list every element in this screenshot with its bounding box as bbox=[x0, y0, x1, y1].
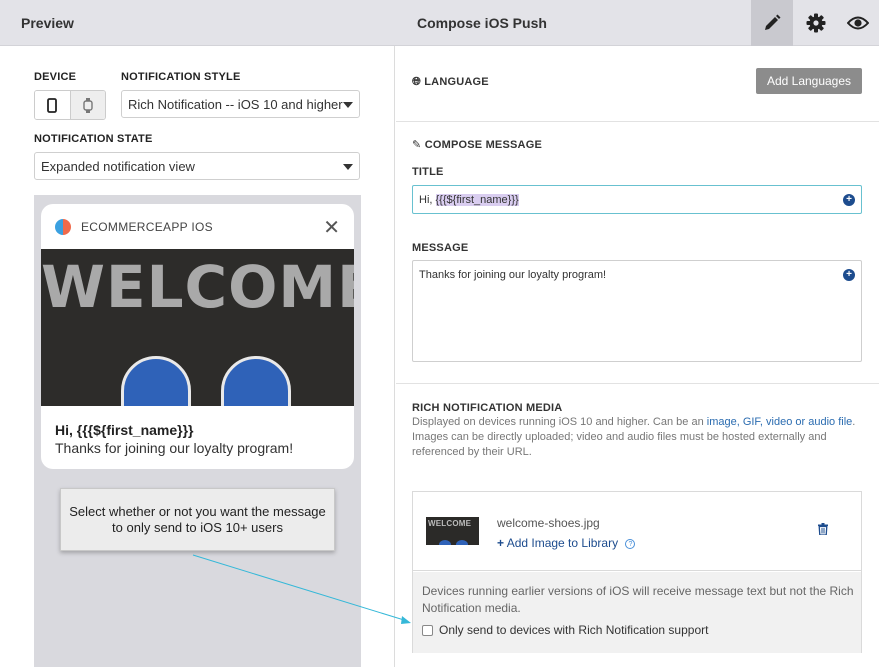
notification-style-value: Rich Notification -- iOS 10 and higher bbox=[128, 97, 343, 112]
divider bbox=[396, 121, 879, 122]
compose-header: ✎ COMPOSE MESSAGE bbox=[412, 138, 542, 151]
title-label: TITLE bbox=[412, 166, 444, 178]
device-phone-option[interactable] bbox=[35, 91, 71, 119]
callout-tooltip: Select whether or not you want the messa… bbox=[60, 488, 335, 551]
plus-circle-icon[interactable]: + bbox=[843, 269, 855, 281]
edit-square-icon: ✎ bbox=[412, 139, 422, 151]
preview-panel: DEVICE NOTIFICATION STYLE Rich Notificat… bbox=[0, 46, 395, 667]
media-label: RICH NOTIFICATION MEDIA bbox=[412, 402, 563, 414]
notification-state-select[interactable]: Expanded notification view bbox=[34, 152, 360, 180]
thumb-shoe bbox=[439, 540, 451, 545]
app-name: ECOMMERCEAPP IOS bbox=[81, 220, 213, 234]
eye-icon bbox=[847, 16, 869, 30]
message-textarea[interactable]: Thanks for joining our loyalty program! … bbox=[412, 260, 862, 362]
notification-state-value: Expanded notification view bbox=[41, 159, 195, 174]
device-watch-option[interactable] bbox=[70, 91, 105, 119]
close-icon[interactable]: ✕ bbox=[323, 215, 340, 240]
notification-image: WELCOME bbox=[41, 249, 354, 406]
thumbnail-text: WELCOME bbox=[428, 519, 472, 528]
rich-support-label[interactable]: Only send to devices with Rich Notificat… bbox=[439, 623, 708, 637]
edit-icon bbox=[765, 14, 781, 30]
notification-card: ECOMMERCEAPP IOS ✕ WELCOME Hi, {{{${firs… bbox=[41, 204, 354, 469]
file-name: welcome-shoes.jpg bbox=[497, 516, 600, 530]
edit-button[interactable] bbox=[751, 0, 793, 46]
thumb-shoe bbox=[456, 540, 468, 545]
media-types-link[interactable]: image, GIF, video or audio file bbox=[707, 416, 853, 428]
globe-icon: 🌐︎ bbox=[412, 76, 421, 88]
top-bar: Preview Compose iOS Push bbox=[0, 0, 879, 46]
language-label: LANGUAGE bbox=[424, 76, 489, 88]
notification-title: Hi, {{{${first_name}}} bbox=[55, 422, 194, 438]
plus-circle-icon[interactable]: + bbox=[843, 194, 855, 206]
gear-icon bbox=[806, 13, 826, 33]
add-image-label: Add Image to Library bbox=[506, 536, 619, 550]
chevron-down-icon bbox=[343, 164, 353, 170]
media-box: WELCOME welcome-shoes.jpg + Add Image to… bbox=[412, 491, 862, 653]
message-label: MESSAGE bbox=[412, 242, 469, 254]
notification-style-select[interactable]: Rich Notification -- iOS 10 and higher bbox=[121, 90, 360, 118]
title-input[interactable]: Hi, {{{${first_name}}} + bbox=[412, 185, 862, 214]
add-languages-button[interactable]: Add Languages bbox=[756, 68, 862, 94]
help-icon[interactable]: ? bbox=[625, 539, 636, 549]
image-text: WELCOME bbox=[41, 253, 354, 321]
phone-icon bbox=[47, 97, 58, 113]
media-item: WELCOME welcome-shoes.jpg + Add Image to… bbox=[413, 492, 861, 571]
compose-panel: 🌐︎ LANGUAGE Add Languages ✎ COMPOSE MESS… bbox=[396, 46, 879, 667]
media-thumbnail: WELCOME bbox=[426, 517, 479, 545]
media-footer: Devices running earlier versions of iOS … bbox=[413, 572, 861, 653]
plus-icon: + bbox=[497, 536, 505, 550]
shoe-right bbox=[221, 356, 291, 406]
add-image-link[interactable]: + Add Image to Library ? bbox=[497, 536, 636, 550]
chevron-down-icon bbox=[343, 102, 353, 108]
ios-warning: Devices running earlier versions of iOS … bbox=[422, 584, 854, 615]
divider bbox=[396, 383, 879, 384]
shoe-left bbox=[121, 356, 191, 406]
preview-title: Preview bbox=[21, 15, 74, 31]
help-text-1: Displayed on devices running iOS 10 and … bbox=[412, 416, 707, 428]
device-toggle bbox=[34, 90, 106, 120]
title-variable: {{{${first_name}}} bbox=[435, 194, 519, 206]
notification-body: Thanks for joining our loyalty program! bbox=[55, 440, 294, 456]
device-label: DEVICE bbox=[34, 71, 77, 83]
device-preview: ECOMMERCEAPP IOS ✕ WELCOME Hi, {{{${firs… bbox=[34, 195, 361, 667]
preview-button[interactable] bbox=[837, 0, 879, 46]
page-title: Compose iOS Push bbox=[417, 15, 547, 31]
media-help-text: Displayed on devices running iOS 10 and … bbox=[412, 415, 862, 460]
notification-state-label: NOTIFICATION STATE bbox=[34, 133, 153, 145]
settings-button[interactable] bbox=[795, 0, 837, 46]
compose-label: COMPOSE MESSAGE bbox=[424, 139, 542, 151]
title-prefix: Hi, bbox=[419, 194, 436, 206]
language-header: 🌐︎ LANGUAGE bbox=[412, 76, 489, 89]
message-value: Thanks for joining our loyalty program! bbox=[419, 269, 607, 281]
notification-style-label: NOTIFICATION STYLE bbox=[121, 71, 241, 83]
app-icon bbox=[55, 219, 71, 235]
rich-support-checkbox[interactable] bbox=[422, 625, 433, 636]
trash-icon[interactable] bbox=[818, 523, 828, 538]
watch-icon bbox=[83, 97, 93, 113]
